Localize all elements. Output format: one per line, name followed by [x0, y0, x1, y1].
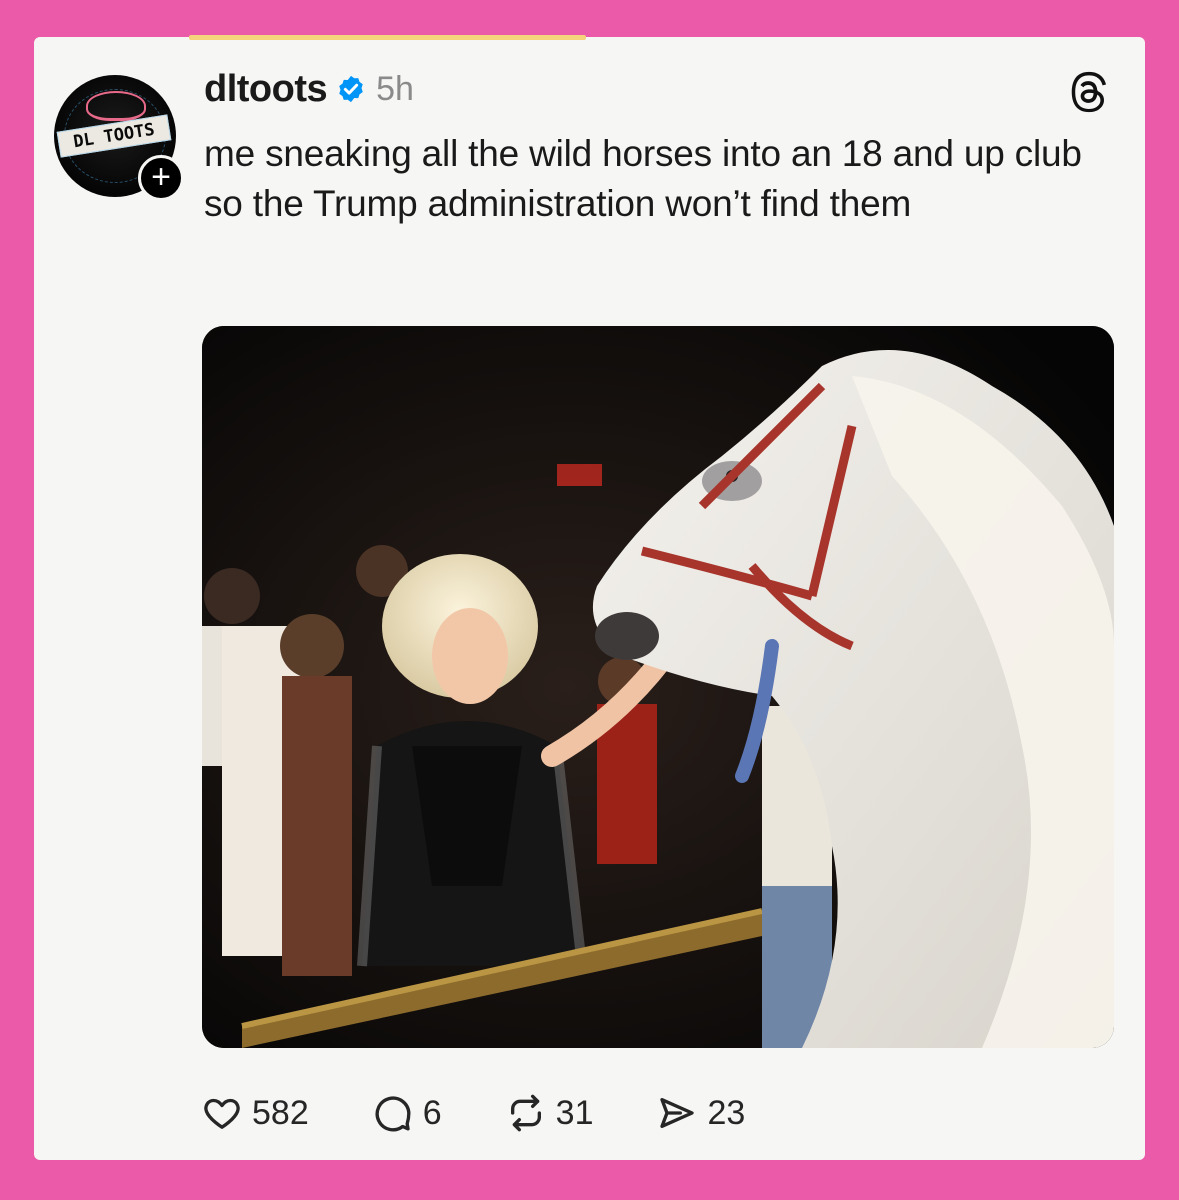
like-button[interactable]: 582: [202, 1093, 309, 1133]
username[interactable]: dltoots: [204, 68, 328, 111]
verified-badge-icon: [339, 75, 363, 103]
post-time: 5h: [376, 69, 414, 108]
photo-illustration: [202, 326, 1114, 1048]
share-count: 23: [707, 1093, 746, 1132]
post-card: DL TOOTS + dltoots 5h me sneaking all th…: [34, 35, 1145, 1160]
top-accent-bar: [189, 35, 586, 40]
comment-bubble-icon: [375, 1096, 411, 1132]
cowboy-hat-icon: [86, 91, 146, 121]
post-text: me sneaking all the wild horses into an …: [204, 133, 1082, 224]
threads-logo-icon[interactable]: [1067, 71, 1109, 113]
comment-button[interactable]: 6: [373, 1093, 442, 1133]
post-photo[interactable]: [202, 326, 1114, 1048]
heart-icon: [204, 1098, 240, 1129]
action-bar: 582 6 31 23: [202, 1090, 809, 1136]
comment-count: 6: [422, 1093, 442, 1132]
repost-arrows-icon: [510, 1094, 541, 1132]
send-icon: [660, 1098, 695, 1128]
follow-button[interactable]: +: [138, 155, 184, 201]
repost-count: 31: [555, 1093, 594, 1132]
repost-button[interactable]: 31: [506, 1093, 594, 1133]
like-count: 582: [252, 1093, 309, 1132]
share-button[interactable]: 23: [657, 1093, 745, 1133]
post-header: dltoots 5h: [204, 67, 414, 111]
